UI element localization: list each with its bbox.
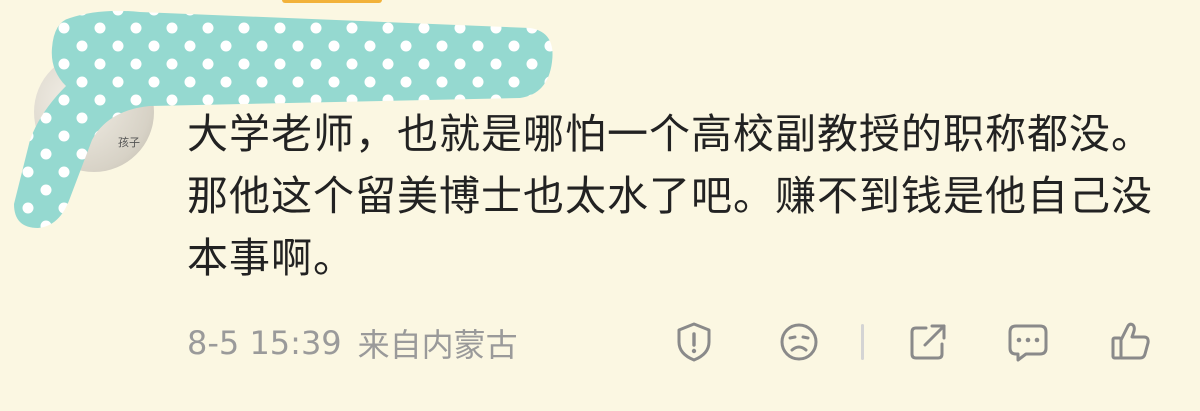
reply-button[interactable] (1003, 317, 1053, 367)
comment-meta: 8-5 15:39 来自内蒙古 (187, 320, 518, 366)
like-button[interactable] (1106, 317, 1156, 367)
sad-face-icon (780, 323, 818, 361)
report-button[interactable] (669, 317, 719, 367)
comment-text: 大学老师，也就是哪怕一个高校副教授的职称都没。那他这个留美博士也太水了吧。赚不到… (187, 110, 1153, 282)
comment-location: 来自内蒙古 (357, 326, 518, 364)
comment-icon (1008, 324, 1048, 362)
share-icon (910, 324, 946, 360)
dislike-button[interactable] (774, 317, 824, 367)
comment-date: 8-5 15:39 (187, 324, 342, 362)
share-button[interactable] (903, 317, 953, 367)
thumbs-up-icon (1111, 322, 1150, 360)
action-divider (861, 324, 864, 360)
report-icon (677, 322, 711, 362)
